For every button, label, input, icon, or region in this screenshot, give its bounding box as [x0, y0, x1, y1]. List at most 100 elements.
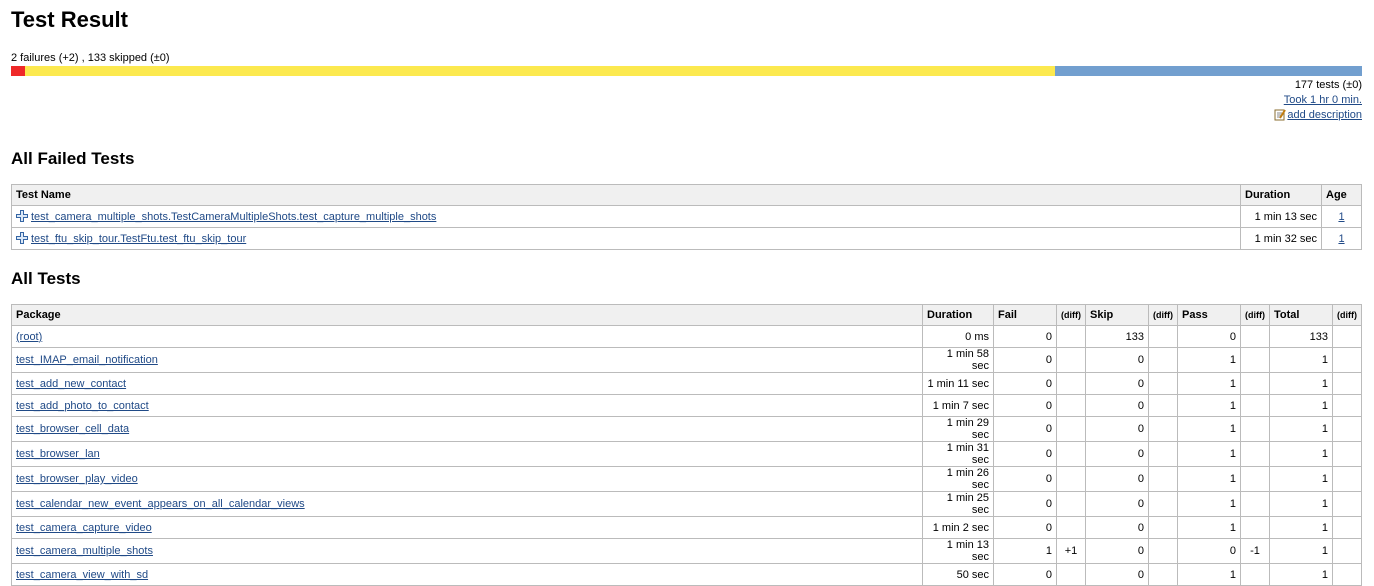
- package-link[interactable]: test_camera_view_with_sd: [16, 569, 148, 581]
- package-name-cell: test_browser_lan: [11, 441, 923, 467]
- package-total: 1: [1269, 441, 1333, 467]
- failed-test-link[interactable]: test_camera_multiple_shots.TestCameraMul…: [31, 211, 436, 223]
- package-fail-diff: [1056, 466, 1086, 492]
- package-skip: 0: [1085, 441, 1149, 467]
- package-skip: 0: [1085, 416, 1149, 442]
- package-skip: 133: [1085, 325, 1149, 348]
- package-total: 1: [1269, 516, 1333, 539]
- expand-plus-icon[interactable]: [16, 232, 28, 244]
- bar-pass-segment: [1055, 66, 1362, 76]
- package-fail: 0: [993, 325, 1057, 348]
- package-skip-diff: [1148, 325, 1178, 348]
- package-total: 1: [1269, 394, 1333, 417]
- package-row: test_camera_capture_video 1 min 2 sec 0 0 1 1: [11, 516, 1362, 539]
- package-fail-diff: [1056, 441, 1086, 467]
- failed-test-age-link[interactable]: 1: [1338, 211, 1344, 223]
- package-link[interactable]: test_browser_lan: [16, 448, 100, 460]
- package-total-diff: [1332, 563, 1362, 586]
- package-skip: 0: [1085, 466, 1149, 492]
- package-fail-diff: +1: [1056, 538, 1086, 564]
- package-pass-diff: [1240, 394, 1270, 417]
- package-total: 133: [1269, 325, 1333, 348]
- package-link[interactable]: test_browser_play_video: [16, 473, 138, 485]
- tests-total: 177 tests (±0): [1294, 79, 1362, 91]
- package-pass: 1: [1177, 394, 1241, 417]
- package-pass: 1: [1177, 466, 1241, 492]
- package-fail: 0: [993, 466, 1057, 492]
- col-fail-diff: (diff): [1056, 304, 1086, 326]
- col-duration: Duration: [1240, 184, 1322, 206]
- expand-plus-icon[interactable]: [16, 210, 28, 222]
- package-duration: 1 min 25 sec: [922, 491, 994, 517]
- package-total: 1: [1269, 416, 1333, 442]
- took-link[interactable]: Took 1 hr 0 min.: [1284, 94, 1362, 106]
- package-duration: 0 ms: [922, 325, 994, 348]
- package-link[interactable]: test_add_new_contact: [16, 378, 126, 390]
- failed-test-age-link[interactable]: 1: [1338, 233, 1344, 245]
- col-skip: Skip: [1085, 304, 1149, 326]
- package-fail: 0: [993, 563, 1057, 586]
- result-info: 177 tests (±0) Took 1 hr 0 min. add desc…: [1274, 78, 1362, 123]
- package-link[interactable]: (root): [16, 331, 42, 343]
- failed-test-name-cell: test_camera_multiple_shots.TestCameraMul…: [11, 205, 1241, 228]
- package-fail-diff: [1056, 491, 1086, 517]
- package-duration: 1 min 13 sec: [922, 538, 994, 564]
- package-duration: 1 min 29 sec: [922, 416, 994, 442]
- package-row: (root) 0 ms 0 133 0 133: [11, 325, 1362, 348]
- package-link[interactable]: test_add_photo_to_contact: [16, 400, 149, 412]
- package-name-cell: test_add_photo_to_contact: [11, 394, 923, 417]
- package-pass-diff: [1240, 325, 1270, 348]
- package-pass: 0: [1177, 538, 1241, 564]
- package-name-cell: test_IMAP_email_notification: [11, 347, 923, 373]
- package-pass: 1: [1177, 372, 1241, 395]
- failed-test-age-cell: 1: [1321, 227, 1362, 250]
- failed-tests-heading: All Failed Tests: [11, 149, 135, 168]
- package-name-cell: test_browser_cell_data: [11, 416, 923, 442]
- package-pass-diff: [1240, 563, 1270, 586]
- notepad-icon: [1274, 108, 1287, 121]
- col-package: Package: [11, 304, 923, 326]
- package-link[interactable]: test_camera_capture_video: [16, 522, 152, 534]
- package-row: test_camera_view_with_sd 50 sec 0 0 1 1: [11, 563, 1362, 586]
- package-link[interactable]: test_browser_cell_data: [16, 423, 129, 435]
- package-fail-diff: [1056, 372, 1086, 395]
- package-skip-diff: [1148, 441, 1178, 467]
- package-total-diff: [1332, 538, 1362, 564]
- package-skip-diff: [1148, 347, 1178, 373]
- col-test-name: Test Name: [11, 184, 1241, 206]
- col-skip-diff: (diff): [1148, 304, 1178, 326]
- package-total-diff: [1332, 347, 1362, 373]
- package-link[interactable]: test_IMAP_email_notification: [16, 354, 158, 366]
- failed-test-duration: 1 min 13 sec: [1240, 205, 1322, 228]
- package-name-cell: test_camera_view_with_sd: [11, 563, 923, 586]
- package-fail: 1: [993, 538, 1057, 564]
- package-pass: 1: [1177, 441, 1241, 467]
- package-skip: 0: [1085, 538, 1149, 564]
- col-fail: Fail: [993, 304, 1057, 326]
- package-fail: 0: [993, 441, 1057, 467]
- all-tests-heading: All Tests: [11, 269, 81, 288]
- package-fail-diff: [1056, 416, 1086, 442]
- package-pass: 1: [1177, 347, 1241, 373]
- package-link[interactable]: test_calendar_new_event_appears_on_all_c…: [16, 498, 305, 510]
- package-fail: 0: [993, 416, 1057, 442]
- package-total-diff: [1332, 441, 1362, 467]
- package-fail-diff: [1056, 563, 1086, 586]
- bar-fail-segment: [11, 66, 26, 76]
- add-description-link[interactable]: add description: [1287, 109, 1362, 121]
- package-name-cell: test_camera_multiple_shots: [11, 538, 923, 564]
- all-tests-table: Package Duration Fail (diff) Skip (diff)…: [11, 304, 1362, 586]
- package-link[interactable]: test_camera_multiple_shots: [16, 545, 153, 557]
- failed-test-link[interactable]: test_ftu_skip_tour.TestFtu.test_ftu_skip…: [31, 233, 246, 245]
- package-duration: 1 min 11 sec: [922, 372, 994, 395]
- package-total-diff: [1332, 394, 1362, 417]
- package-pass-diff: [1240, 441, 1270, 467]
- package-total: 1: [1269, 466, 1333, 492]
- package-row: test_calendar_new_event_appears_on_all_c…: [11, 491, 1362, 517]
- package-fail: 0: [993, 394, 1057, 417]
- package-fail-diff: [1056, 516, 1086, 539]
- col-duration: Duration: [922, 304, 994, 326]
- test-result-bar: [11, 66, 1362, 76]
- package-duration: 50 sec: [922, 563, 994, 586]
- package-total: 1: [1269, 538, 1333, 564]
